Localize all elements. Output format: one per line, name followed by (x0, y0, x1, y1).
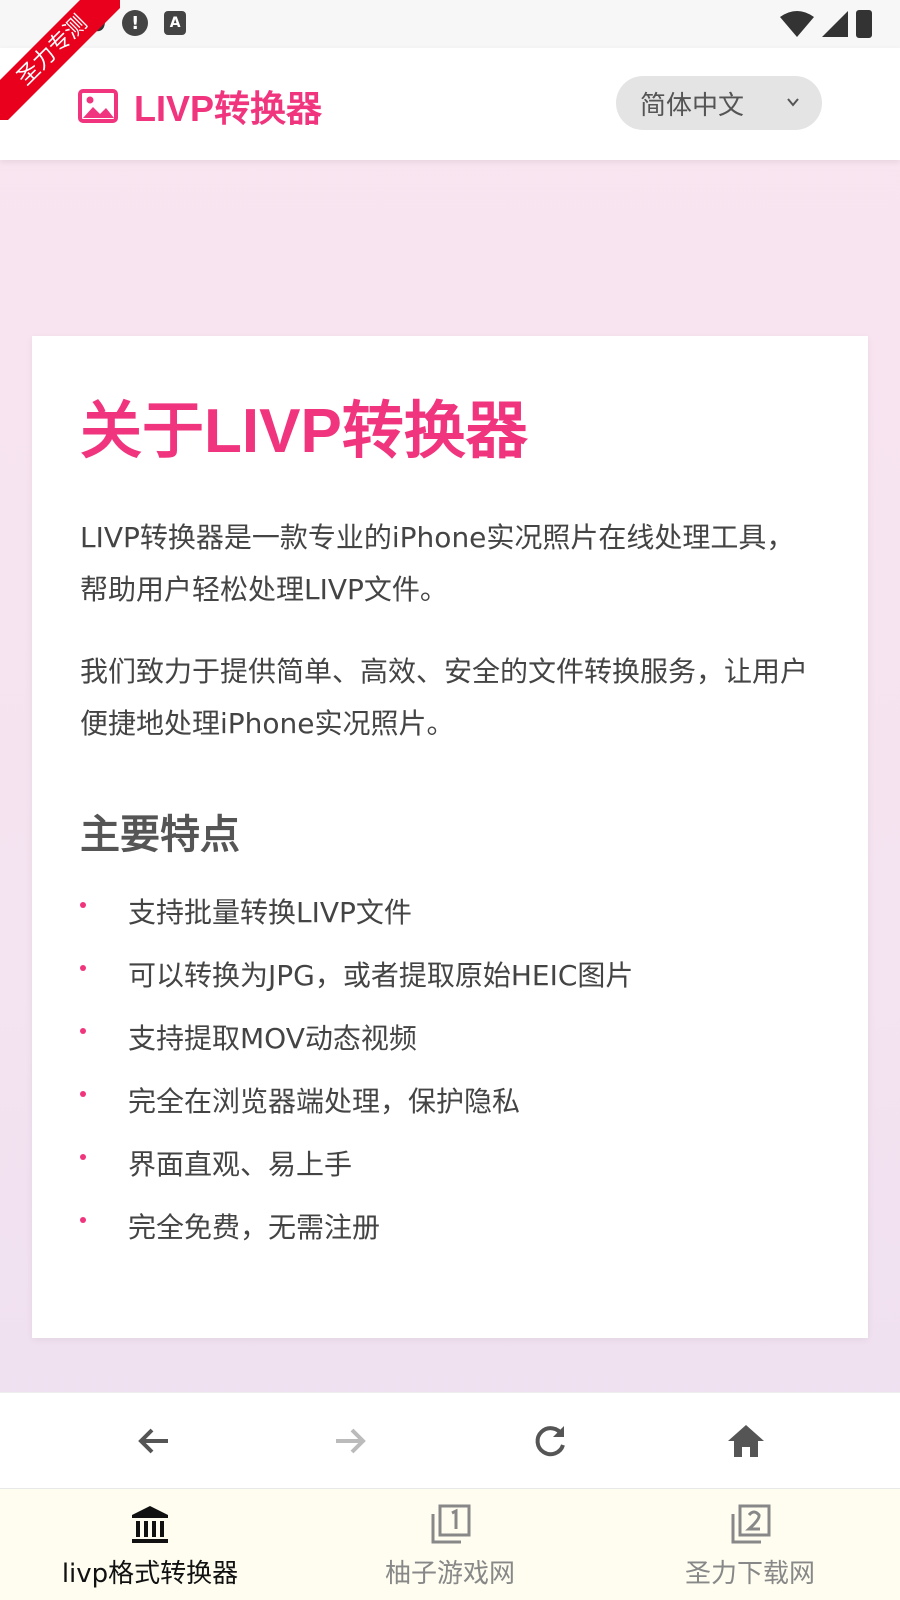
feature-text: 可以转换为JPG，或者提取原始HEIC图片 (128, 959, 634, 992)
chevron-down-icon (787, 98, 799, 107)
filter-2-icon (731, 1504, 771, 1544)
language-value: 简体中文 (640, 90, 745, 121)
wifi-icon (780, 11, 814, 37)
language-select[interactable]: 简体中文 (616, 76, 822, 130)
bullet-icon (80, 1154, 86, 1160)
feature-text: 支持批量转换LIVP文件 (128, 896, 412, 929)
list-item: 界面直观、易上手 (80, 1142, 820, 1205)
tab-livp-converter[interactable]: livp格式转换器 (0, 1503, 300, 1599)
back-button[interactable] (130, 1417, 178, 1465)
status-bar: 50 ! A (0, 0, 900, 48)
forward-button[interactable] (326, 1417, 374, 1465)
bullet-icon (80, 965, 86, 971)
card-title: 关于LIVP转换器 (80, 397, 528, 466)
feature-text: 界面直观、易上手 (128, 1148, 353, 1181)
list-item: 支持提取MOV动态视频 (80, 1016, 820, 1079)
corner-ribbon: 圣力专测 (0, 0, 120, 120)
features-title: 主要特点 (80, 812, 240, 858)
feature-list: 支持批量转换LIVP文件 可以转换为JPG，或者提取原始HEIC图片 支持提取M… (80, 890, 820, 1268)
bullet-icon (80, 902, 86, 908)
mission-paragraph: 我们致力于提供简单、高效、安全的文件转换服务，让用户便捷地处理iPhone实况照… (80, 655, 809, 740)
home-icon (728, 1425, 764, 1457)
bank-icon (132, 1506, 168, 1543)
refresh-button[interactable] (526, 1417, 574, 1465)
app-header: LIVP转换器 简体中文 (0, 48, 900, 160)
about-card: 关于LIVP转换器 LIVP转换器是一款专业的iPhone实况照片在线处理工具，… (32, 336, 868, 1338)
tab-shengli-download[interactable]: 圣力下载网 (600, 1503, 900, 1599)
bullet-icon (80, 1028, 86, 1034)
home-button[interactable] (722, 1417, 770, 1465)
ribbon-text: 圣力专测 (0, 0, 120, 120)
filter-1-icon (431, 1504, 471, 1544)
status-right (780, 10, 872, 38)
feature-text: 完全免费，无需注册 (128, 1211, 381, 1244)
bullet-icon (80, 1217, 86, 1223)
list-item: 支持批量转换LIVP文件 (80, 890, 820, 953)
signal-icon (822, 11, 848, 37)
feature-text: 完全在浏览器端处理，保护隐私 (128, 1085, 521, 1118)
list-item: 可以转换为JPG，或者提取原始HEIC图片 (80, 953, 820, 1016)
bullet-icon (80, 1091, 86, 1097)
feature-text: 支持提取MOV动态视频 (128, 1022, 417, 1055)
tab-label: 圣力下载网 (684, 1559, 815, 1589)
battery-icon (856, 10, 872, 38)
intro-paragraph: LIVP转换器是一款专业的iPhone实况照片在线处理工具，帮助用户轻松处理LI… (80, 521, 795, 606)
brand-title: LIVP转换器 (134, 88, 323, 129)
forward-arrow-icon (336, 1428, 366, 1454)
alert-icon: ! (122, 10, 149, 36)
a-notification-icon: A (164, 11, 187, 35)
tab-label: 柚子游戏网 (384, 1559, 515, 1589)
tab-youzi-games[interactable]: 柚子游戏网 (300, 1503, 600, 1599)
list-item: 完全免费，无需注册 (80, 1205, 820, 1268)
tab-bar: livp格式转换器 柚子游戏网 圣力下载网 (0, 1488, 900, 1600)
browser-nav-bar (0, 1392, 900, 1488)
tab-label: livp格式转换器 (61, 1559, 239, 1589)
list-item: 完全在浏览器端处理，保护隐私 (80, 1079, 820, 1142)
refresh-icon (535, 1426, 565, 1457)
back-arrow-icon (138, 1428, 168, 1454)
